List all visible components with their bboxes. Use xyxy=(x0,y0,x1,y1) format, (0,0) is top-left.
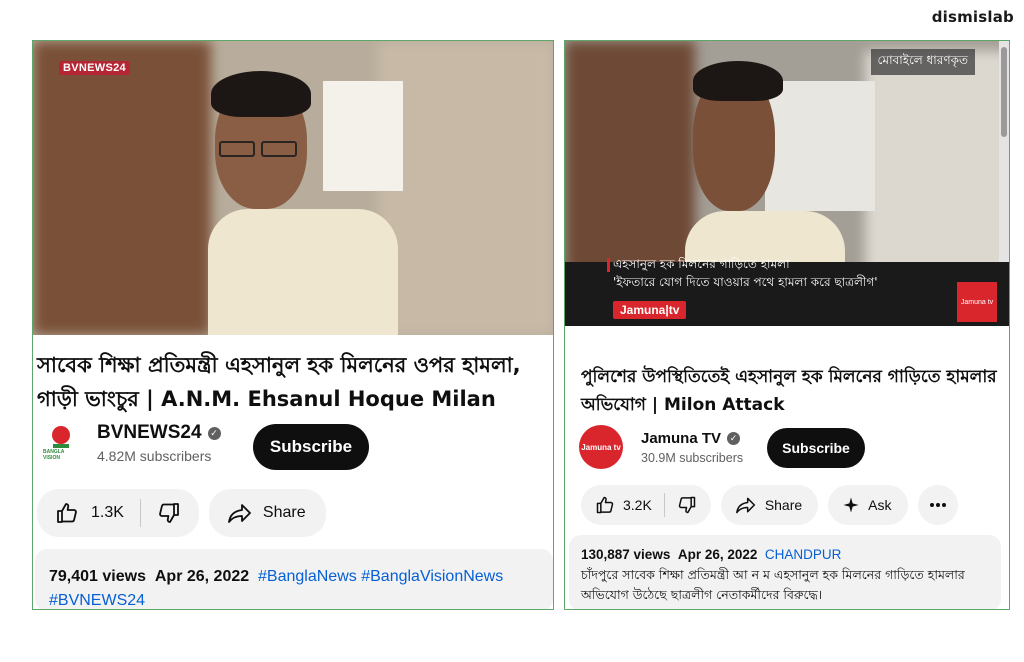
headline-line-1: এহসানুল হক মিলনের গাড়িতে হামলা xyxy=(613,257,790,271)
subscriber-count: 30.9M subscribers xyxy=(641,450,744,465)
like-dislike-group: 1.3K xyxy=(37,489,199,537)
thumbs-up-icon xyxy=(596,496,614,514)
ask-label: Ask xyxy=(868,497,892,513)
action-bar: 1.3K Share xyxy=(37,489,326,537)
person-shirt xyxy=(208,209,398,335)
blurred-bystander xyxy=(565,41,695,281)
channel-row: BANGLA VISION BVNEWS24 ✓ 4.82M subscribe… xyxy=(43,422,221,464)
like-button[interactable]: 1.3K xyxy=(55,501,124,525)
divider xyxy=(663,493,665,517)
right-video-panel: মোবাইলে ধারণকৃত এহসানুল হক মিলনের গাড়িত… xyxy=(564,40,1010,610)
like-button[interactable]: 3.2K xyxy=(595,495,652,515)
headline-marker xyxy=(607,258,610,272)
glasses xyxy=(261,141,297,157)
left-video-panel: BVNEWS24 সাবেক শিক্ষা প্রতিমন্ত্রী এহসান… xyxy=(32,40,554,610)
location-link[interactable]: CHANDPUR xyxy=(765,547,842,562)
like-count: 3.2K xyxy=(623,497,652,513)
divider xyxy=(139,499,141,527)
share-label: Share xyxy=(262,504,306,521)
upload-date: Apr 26, 2022 xyxy=(154,568,250,585)
share-label: Share xyxy=(764,497,803,513)
description-box[interactable]: 79,401 views Apr 26, 2022 #BanglaNews #B… xyxy=(35,549,553,609)
person-hair xyxy=(693,61,783,101)
video-player[interactable]: মোবাইলে ধারণকৃত এহসানুল হক মিলনের গাড়িত… xyxy=(565,41,1009,326)
like-count: 1.3K xyxy=(91,504,124,521)
headline-line-2: 'ইফতারে যোগ দিতে যাওয়ার পথে হামলা করে ছ… xyxy=(613,275,878,289)
video-player[interactable]: BVNEWS24 xyxy=(33,41,553,335)
car-window xyxy=(765,81,875,211)
brand-logo: dismislab xyxy=(931,8,1014,26)
subscribe-button[interactable]: Subscribe xyxy=(253,424,369,470)
recorded-on-mobile-tag: মোবাইলে ধারণকৃত xyxy=(870,49,975,75)
description-text: চাঁদপুরে সাবেক শিক্ষা প্রতিমন্ত্রী আ ন ম… xyxy=(581,567,965,602)
person-hair xyxy=(211,71,311,117)
thumbs-down-icon xyxy=(678,496,696,514)
blurred-bystander xyxy=(865,51,1009,281)
more-actions-button[interactable] xyxy=(917,485,958,525)
hashtag-link[interactable]: #BVNEWS24 xyxy=(49,592,145,609)
glasses xyxy=(219,141,255,157)
share-icon xyxy=(735,497,755,514)
view-count: 130,887 views xyxy=(581,547,671,562)
description-box[interactable]: 130,887 views Apr 26, 2022 CHANDPUR চাঁদ… xyxy=(569,535,1001,609)
avatar-label: BANGLA VISION xyxy=(43,449,65,461)
ask-button[interactable]: Ask xyxy=(828,485,908,525)
channel-row: Jamuna tv Jamuna TV ✓ 30.9M subscribers xyxy=(579,425,743,469)
channel-avatar[interactable]: Jamuna tv xyxy=(579,425,623,469)
verified-icon: ✓ xyxy=(727,431,741,445)
channel-watermark: BVNEWS24 xyxy=(59,61,130,75)
thumbs-up-icon xyxy=(57,503,77,523)
upload-date: Apr 26, 2022 xyxy=(677,547,758,562)
action-bar: 3.2K Share Ask xyxy=(581,485,958,525)
scrollbar-thumb[interactable] xyxy=(1001,47,1007,137)
channel-name[interactable]: BVNEWS24 xyxy=(97,422,202,444)
thumbs-down-icon xyxy=(159,503,179,523)
share-button[interactable]: Share xyxy=(208,489,326,537)
share-icon xyxy=(228,504,251,523)
share-button[interactable]: Share xyxy=(720,485,819,525)
subscriber-count: 4.82M subscribers xyxy=(97,448,212,464)
like-dislike-group: 3.2K xyxy=(581,485,711,525)
sparkle-icon xyxy=(843,497,859,513)
hashtag-link[interactable]: #BanglaVisionNews xyxy=(361,568,503,585)
car-window xyxy=(323,81,403,191)
verified-icon: ✓ xyxy=(207,426,221,440)
blurred-bystander xyxy=(378,41,553,335)
dislike-button[interactable] xyxy=(677,495,697,515)
news-lower-third: এহসানুল হক মিলনের গাড়িতে হামলা 'ইফতারে … xyxy=(565,257,1009,326)
subscribe-button[interactable]: Subscribe xyxy=(767,428,865,468)
hashtag-link[interactable]: #BanglaNews xyxy=(258,568,357,585)
video-title: পুলিশের উপস্থিতিতেই এহসানুল হক মিলনের গা… xyxy=(581,367,997,415)
dislike-button[interactable] xyxy=(157,501,181,525)
view-count: 79,401 views xyxy=(49,568,146,585)
channel-avatar[interactable]: BANGLA VISION xyxy=(43,422,79,464)
video-title: সাবেক শিক্ষা প্রতিমন্ত্রী এহসানুল হক মিল… xyxy=(37,353,521,411)
channel-bug: Jamuna|tv xyxy=(613,301,687,319)
blurred-bystander xyxy=(33,41,211,335)
channel-name[interactable]: Jamuna TV xyxy=(641,430,721,447)
more-horizontal-icon xyxy=(929,503,946,507)
corner-logo: Jamuna tv xyxy=(957,282,997,322)
bangla-vision-logo-icon xyxy=(52,426,70,448)
